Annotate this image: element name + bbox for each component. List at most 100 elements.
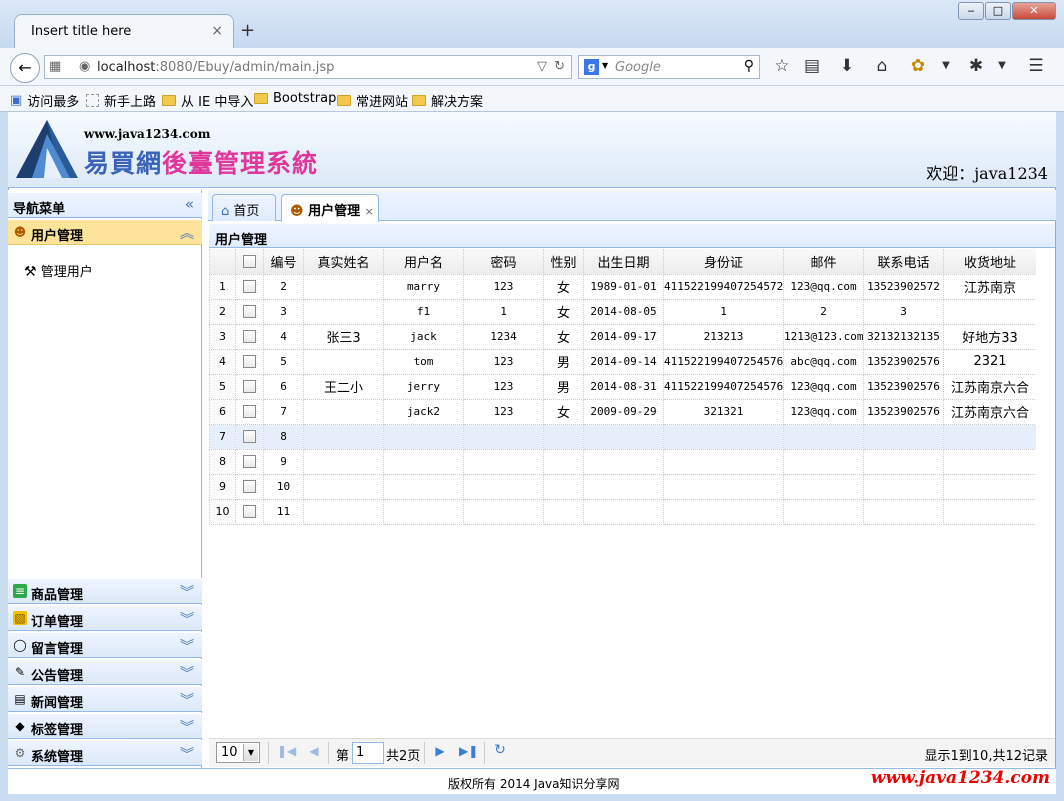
addon-icon[interactable]: ✿ [906, 56, 930, 76]
sidebar-item-manage-users[interactable]: ⚒ 管理用户 [24, 261, 93, 280]
sidebar-section-messages[interactable]: ◯ 留言管理 ︾ [8, 632, 202, 658]
row-checkbox[interactable] [243, 280, 256, 294]
table-row[interactable]: 2 3 f1 1 女 2014-08-05 1 2 3 [209, 298, 1037, 325]
reload-icon[interactable]: ↻ [554, 59, 565, 74]
row-select-cell[interactable] [235, 423, 264, 450]
sidebar-section-news[interactable]: ▤ 新闻管理 ︾ [8, 686, 202, 712]
table-row[interactable]: 1 2 marry 123 女 1989-01-01 411522199407254572 1… [209, 273, 1037, 300]
table-cell: 123@qq.com [783, 373, 864, 400]
bookmark-frequent-sites[interactable]: 常进网站 [337, 91, 408, 110]
sidebar-section-notices[interactable]: ✎ 公告管理 ︾ [8, 659, 202, 685]
last-page-button[interactable]: ▶❚ [459, 744, 478, 758]
table-row[interactable]: 9 10 [209, 473, 1037, 500]
tab-close-icon[interactable]: × [211, 23, 223, 39]
sidebar-section-products[interactable]: ≡ 商品管理 ︾ [8, 578, 202, 604]
new-tab-button[interactable]: + [240, 20, 255, 41]
column-header[interactable]: 联系电话 [863, 249, 944, 275]
engine-dropdown-icon[interactable]: ▼ [602, 61, 608, 70]
home-icon[interactable]: ⌂ [870, 56, 894, 76]
collapse-icon[interactable]: « [185, 195, 194, 213]
row-checkbox[interactable] [243, 330, 256, 344]
sidebar-section-system[interactable]: ⚙ 系统管理 ︾ [8, 740, 202, 766]
table-cell: 8 [263, 423, 304, 450]
column-header[interactable]: 密码 [463, 249, 544, 275]
column-header[interactable]: 身份证 [663, 249, 784, 275]
tab-close-icon[interactable]: × [365, 205, 374, 218]
sidebar-section-orders[interactable]: ▧ 订单管理 ︾ [8, 605, 202, 631]
row-checkbox[interactable] [243, 355, 256, 369]
extension-icon[interactable]: ✱ [964, 56, 988, 76]
column-header[interactable]: 性别 [543, 249, 584, 275]
row-number: 10 [209, 498, 236, 525]
maximize-button[interactable]: □ [985, 2, 1011, 20]
row-select-cell[interactable] [235, 348, 264, 375]
table-cell: 13523902576 [863, 373, 944, 400]
comment-icon: ◯ [13, 638, 27, 652]
page-info: 显示1到10,共12记录 [924, 749, 1049, 764]
row-checkbox[interactable] [243, 455, 256, 469]
table-cell [863, 423, 944, 450]
table-row[interactable]: 10 11 [209, 498, 1037, 525]
table-row[interactable]: 6 7 jack2 123 女 2009-09-29 321321 123@qq.com 135… [209, 398, 1037, 425]
tab-user-management[interactable]: ☻ 用户管理 × [281, 194, 379, 222]
extension-dropdown-icon[interactable]: ▼ [990, 60, 1014, 71]
row-select-cell[interactable] [235, 298, 264, 325]
row-select-cell[interactable] [235, 273, 264, 300]
sidebar-section-user-management[interactable]: ☻ 用户管理 ︽ [8, 219, 202, 245]
row-select-cell[interactable] [235, 323, 264, 350]
bookmark-star-icon[interactable]: ☆ [770, 56, 794, 76]
row-checkbox[interactable] [243, 405, 256, 419]
page-number-input[interactable]: 1 [352, 742, 384, 764]
bookmark-bootstrap[interactable]: Bootstrap [254, 91, 336, 106]
column-header[interactable]: 真实姓名 [303, 249, 384, 275]
row-select-cell[interactable] [235, 498, 264, 525]
row-checkbox[interactable] [243, 380, 256, 394]
minimize-button[interactable]: ‒ [958, 2, 984, 20]
home-icon: ⌂ [221, 204, 230, 219]
column-header[interactable]: 邮件 [783, 249, 864, 275]
next-page-button[interactable]: ▶ [432, 744, 448, 758]
download-icon[interactable]: ⬇ [835, 56, 859, 76]
column-header[interactable]: 出生日期 [583, 249, 664, 275]
row-select-cell[interactable] [235, 398, 264, 425]
column-header[interactable]: 收货地址 [943, 249, 1037, 275]
dropdown-arrow-icon[interactable]: ▽ [537, 59, 547, 74]
column-header[interactable]: 用户名 [383, 249, 464, 275]
table-row[interactable]: 4 5 tom 123 男 2014-09-14 411522199407254576 abc… [209, 348, 1037, 375]
menu-icon[interactable]: ☰ [1024, 56, 1048, 76]
addon-dropdown-icon[interactable]: ▼ [934, 60, 958, 71]
back-button[interactable]: ← [10, 53, 40, 83]
tab-home[interactable]: ⌂ 首页 [212, 194, 276, 221]
row-select-cell[interactable] [235, 473, 264, 500]
search-icon[interactable]: ⚲ [744, 58, 754, 74]
table-row[interactable]: 89 [209, 448, 1037, 475]
column-header[interactable]: 编号 [263, 249, 304, 275]
refresh-button[interactable]: ↻ [492, 742, 508, 758]
bookmark-import-ie[interactable]: 从 IE 中导入 [162, 91, 253, 110]
bookmark-most-visited[interactable]: ▣ 访问最多 [10, 91, 79, 110]
page-size-select[interactable]: 10 ▼ [216, 742, 260, 763]
google-icon[interactable]: g [584, 59, 599, 75]
prev-page-button[interactable]: ◀ [306, 744, 322, 758]
table-row[interactable]: 5 6 王二小 jerry 123 男 2014-08-31 4115221994072545… [209, 373, 1037, 400]
table-row[interactable]: 3 4 张三3 jack 1234 女 2014-09-17 213213 1213@123.c… [209, 323, 1037, 350]
first-page-button[interactable]: ❚◀ [277, 744, 296, 758]
row-checkbox[interactable] [243, 480, 256, 494]
row-checkbox[interactable] [243, 430, 256, 444]
bookmark-getting-started[interactable]: 新手上路 [86, 91, 156, 110]
close-button[interactable]: ✕ [1012, 2, 1056, 20]
select-all-checkbox[interactable] [243, 254, 256, 268]
search-bar[interactable]: g ▼ Google ⚲ [578, 55, 760, 79]
url-bar[interactable]: ▦ ◉ localhost:8080/Ebuy/admin/main.jsp ▽… [44, 55, 572, 79]
table-row[interactable]: 78 [209, 423, 1037, 450]
bookmark-solutions[interactable]: 解决方案 [412, 91, 483, 110]
select-all-header[interactable] [235, 249, 264, 275]
row-checkbox[interactable] [243, 505, 256, 519]
reading-list-icon[interactable]: ▤ [800, 56, 824, 76]
row-select-cell[interactable] [235, 373, 264, 400]
row-select-cell[interactable] [235, 448, 264, 475]
sidebar-section-tags[interactable]: ◆ 标签管理 ︾ [8, 713, 202, 739]
browser-tab[interactable]: Insert title here × [14, 14, 234, 48]
row-checkbox[interactable] [243, 305, 256, 319]
grid-panel-header: 用户管理 [209, 224, 1055, 248]
